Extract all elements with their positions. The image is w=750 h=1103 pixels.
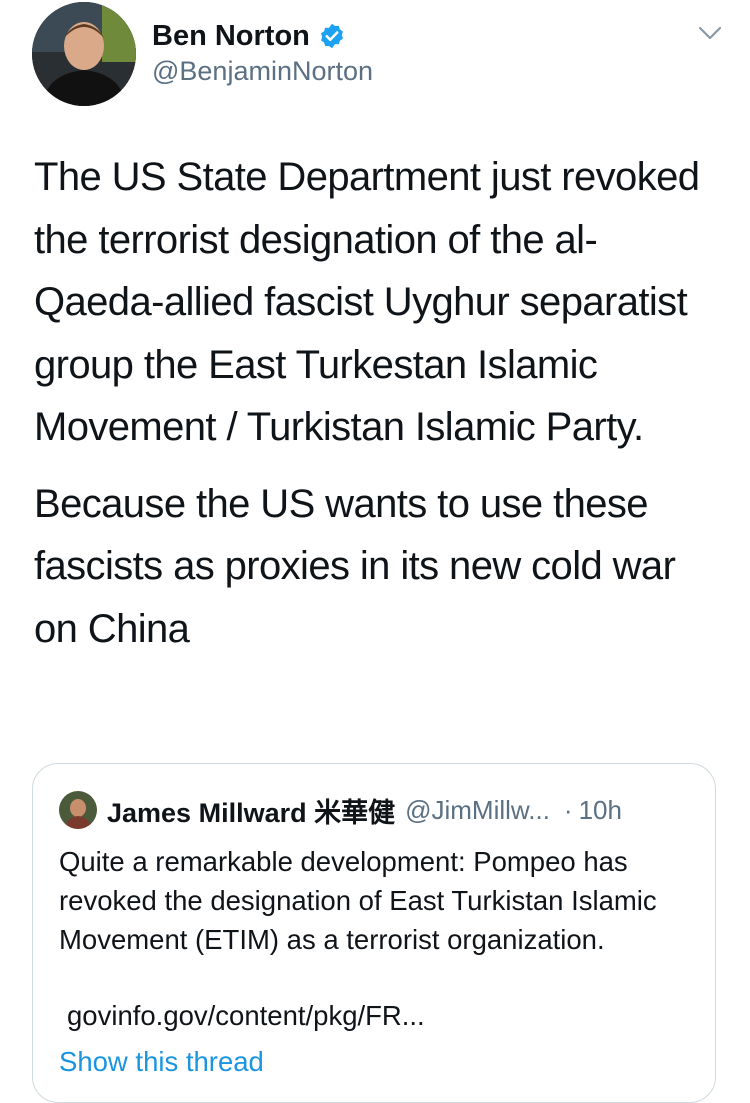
author-name-row: Ben Norton — [152, 16, 346, 56]
tweet-header: Ben Norton @BenjaminNorton — [0, 0, 750, 120]
author-avatar-image — [32, 2, 136, 106]
quoted-tweet-link[interactable]: govinfo.gov/content/pkg/FR... — [67, 1000, 425, 1032]
quoted-author-avatar[interactable] — [59, 791, 97, 829]
quoted-author-handle[interactable]: @JimMillw... — [405, 795, 550, 826]
tweet-paragraph: The US State Department just revoked the… — [34, 155, 700, 449]
author-avatar[interactable] — [32, 2, 136, 106]
quoted-author-avatar-image — [59, 791, 97, 829]
show-thread-link[interactable]: Show this thread — [59, 1046, 264, 1078]
quoted-tweet-time[interactable]: 10h — [579, 795, 622, 826]
chevron-down-icon[interactable] — [698, 24, 722, 42]
quoted-tweet-text: Quite a remarkable development: Pompeo h… — [59, 846, 657, 955]
author-handle[interactable]: @BenjaminNorton — [152, 56, 373, 87]
author-name[interactable]: Ben Norton — [152, 20, 310, 53]
tweet-paragraph: Because the US wants to use these fascis… — [34, 481, 676, 651]
quoted-author-name[interactable]: James Millward 米華健 — [107, 791, 395, 830]
quoted-tweet[interactable]: James Millward 米華健 @JimMillw... · 10h Qu… — [32, 763, 716, 1103]
quoted-tweet-header: James Millward 米華健 @JimMillw... · 10h — [59, 790, 695, 830]
verified-badge-icon — [320, 23, 343, 49]
separator-dot: · — [563, 794, 573, 825]
tweet-text: The US State Department just revoked the… — [34, 146, 724, 660]
